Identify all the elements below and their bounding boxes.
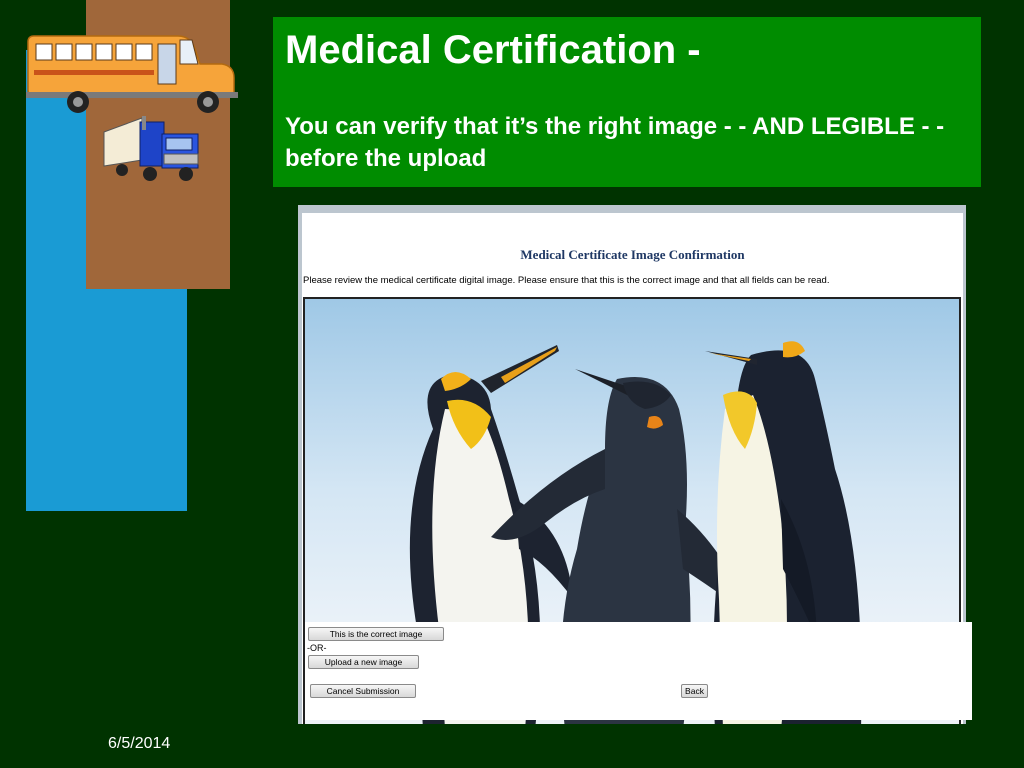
upload-new-image-button[interactable]: Upload a new image [308, 655, 419, 669]
confirmation-heading: Medical Certificate Image Confirmation [520, 247, 745, 262]
semi-truck-icon [103, 116, 199, 181]
correct-image-button[interactable]: This is the correct image [308, 627, 444, 641]
slide-subtitle: You can verify that it’s the right image… [285, 113, 945, 172]
school-bus-icon [26, 35, 238, 113]
or-separator: -OR- [307, 643, 327, 653]
cancel-submission-button[interactable]: Cancel Submission [310, 684, 416, 698]
slide-title: Medical Certification - [285, 28, 701, 72]
slide-date: 6/5/2014 [108, 735, 171, 752]
confirmation-instructions: Please review the medical certificate di… [303, 275, 830, 286]
back-button[interactable]: Back [681, 684, 708, 698]
slide-title-box: Medical Certification - You can verify t… [273, 17, 981, 187]
confirmation-controls: This is the correct image -OR- Upload a … [305, 622, 972, 720]
